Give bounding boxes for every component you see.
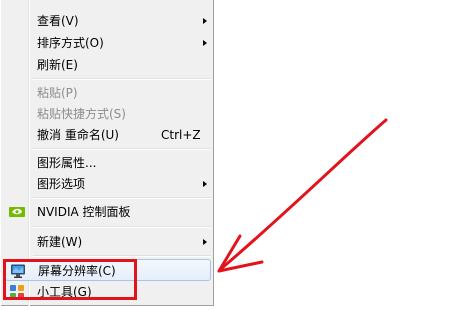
annotation-arrow — [217, 118, 388, 273]
desktop: 查看(V) 排序方式(O) 刷新(E) 粘贴(P) 粘贴快捷方式(S) 撤消 重… — [0, 0, 461, 310]
